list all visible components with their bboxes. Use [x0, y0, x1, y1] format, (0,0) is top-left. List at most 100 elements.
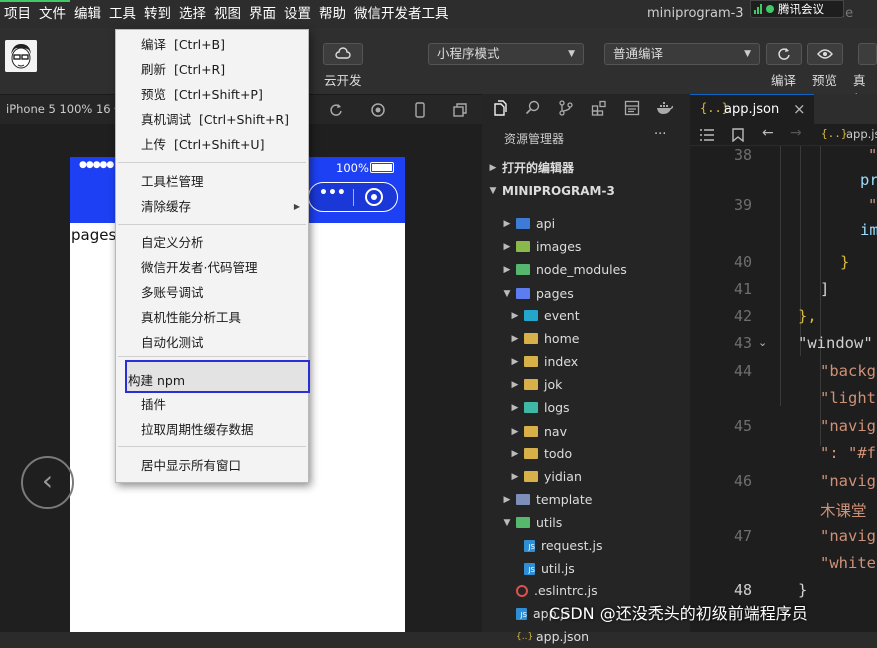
realdevice-button[interactable]: [858, 43, 877, 65]
git-branch-icon[interactable]: [558, 100, 574, 116]
file-request-js[interactable]: JS request.js: [482, 534, 690, 557]
mode-select[interactable]: 小程序模式 ▼: [428, 43, 584, 65]
back-arrow-icon[interactable]: ←: [762, 125, 774, 141]
menu-project[interactable]: 项目: [0, 0, 35, 28]
preview-button[interactable]: [807, 43, 843, 65]
meeting-indicator[interactable]: 腾讯会议: [750, 0, 844, 18]
project-root-section[interactable]: ▼ MINIPROGRAM-3: [482, 179, 690, 202]
menu-item[interactable]: 工具栏管理: [116, 170, 308, 194]
menu-help[interactable]: 帮助: [315, 0, 350, 28]
breadcrumb-file[interactable]: app.js: [846, 127, 877, 141]
panel-icon[interactable]: [624, 100, 640, 116]
files-icon[interactable]: [492, 100, 508, 116]
menu-settings[interactable]: 设置: [280, 0, 315, 28]
tree-item-label: app.json: [536, 629, 590, 644]
menu-item[interactable]: 预览 [Ctrl+Shift+P]: [116, 83, 308, 107]
avatar[interactable]: [5, 40, 37, 72]
menu-item[interactable]: 插件: [116, 393, 308, 417]
menu-item[interactable]: 真机调试 [Ctrl+Shift+R]: [116, 108, 308, 132]
list-icon[interactable]: [700, 129, 714, 141]
chevron-right-icon: ▶: [511, 310, 519, 321]
folder-node-modules[interactable]: ▶ node_modules: [482, 258, 690, 281]
chevron-right-icon: ▶: [511, 333, 519, 344]
tree-item-label: utils: [536, 515, 563, 530]
search-icon[interactable]: [525, 100, 541, 116]
battery-text: 100%: [336, 161, 369, 175]
menu-interface[interactable]: 界面: [245, 0, 280, 28]
json-file-icon: {..}: [821, 127, 848, 140]
signal-icon: [754, 4, 762, 14]
menu-item[interactable]: 编译 [Ctrl+B]: [116, 33, 308, 57]
explorer-more-button[interactable]: ···: [654, 127, 666, 142]
folder-api[interactable]: ▶ api: [482, 212, 690, 235]
line-number: 39: [733, 196, 752, 214]
phone-icon[interactable]: [412, 102, 428, 118]
forward-arrow-icon[interactable]: →: [790, 125, 802, 141]
cloud-dev-label[interactable]: 云开发: [324, 70, 362, 89]
code-line: im: [860, 221, 877, 239]
docker-icon[interactable]: [656, 100, 674, 116]
preview-label[interactable]: 预览: [812, 70, 837, 89]
folder-todo[interactable]: ▶ todo: [482, 442, 690, 465]
code-line: }: [798, 581, 808, 599]
folder-utils[interactable]: ▼ utils: [482, 511, 690, 534]
close-icon[interactable]: ×: [793, 100, 806, 118]
compile-button[interactable]: [766, 43, 802, 65]
menu-item[interactable]: 上传 [Ctrl+Shift+U]: [116, 133, 308, 157]
code-line: }: [840, 253, 850, 271]
menu-edit[interactable]: 编辑: [70, 0, 105, 28]
reload-icon[interactable]: [328, 102, 344, 118]
menu-wechat-devtools[interactable]: 微信开发者工具: [350, 0, 453, 28]
device-select[interactable]: iPhone 5 100% 16 ▼: [6, 102, 120, 116]
window-icon[interactable]: [452, 102, 468, 118]
capsule-menu[interactable]: •••: [308, 182, 398, 212]
folder-home[interactable]: ▶ home: [482, 327, 690, 350]
file-eslintrc-js[interactable]: .eslintrc.js: [482, 579, 690, 602]
menu-file[interactable]: 文件: [35, 0, 70, 28]
compile-label[interactable]: 编译: [771, 70, 796, 89]
menu-select[interactable]: 选择: [175, 0, 210, 28]
menu-item-build-npm[interactable]: 构建 npm: [116, 369, 308, 393]
code-line: "backg: [820, 362, 876, 380]
menu-item-label: 预览 [Ctrl+Shift+P]: [141, 87, 263, 102]
folder-event[interactable]: ▶ event: [482, 304, 690, 327]
fold-chevron-icon[interactable]: ⌄: [758, 336, 767, 349]
tree-item-label: request.js: [541, 538, 603, 553]
folder-images[interactable]: ▶ images: [482, 235, 690, 258]
menu-item[interactable]: 拉取周期性缓存数据: [116, 418, 308, 442]
file-app-json[interactable]: {..} app.json: [482, 625, 690, 648]
file-util-js[interactable]: JS util.js: [482, 557, 690, 580]
stop-icon[interactable]: [370, 102, 386, 118]
extensions-icon[interactable]: [591, 100, 607, 116]
folder-index[interactable]: ▶ index: [482, 350, 690, 373]
folder-template[interactable]: ▶ template: [482, 488, 690, 511]
folder-pages[interactable]: ▼ pages: [482, 282, 690, 305]
back-chevron-icon[interactable]: ‹: [21, 456, 74, 509]
menu-item[interactable]: 微信开发者·代码管理: [116, 256, 308, 280]
folder-jok[interactable]: ▶ jok: [482, 373, 690, 396]
cloud-toggle-button[interactable]: [323, 43, 363, 65]
menu-item[interactable]: 自定义分析: [116, 231, 308, 255]
tab-app-json[interactable]: {..} app.json ×: [690, 94, 814, 124]
menu-item[interactable]: 多账号调试: [116, 281, 308, 305]
menu-view[interactable]: 视图: [210, 0, 245, 28]
bookmark-icon[interactable]: [732, 128, 744, 142]
code-line: ]: [820, 280, 830, 298]
eslint-icon: [516, 584, 528, 597]
folder-yidian[interactable]: ▶ yidian: [482, 465, 690, 488]
menu-item[interactable]: 自动化测试: [116, 331, 308, 355]
folder-logs[interactable]: ▶ logs: [482, 396, 690, 419]
open-editors-section[interactable]: ▶ 打开的编辑器: [482, 156, 690, 179]
line-number: 44: [733, 362, 752, 380]
menu-item[interactable]: 真机性能分析工具: [116, 306, 308, 330]
menu-goto[interactable]: 转到: [140, 0, 175, 28]
menu-item[interactable]: 居中显示所有窗口: [116, 454, 308, 478]
menu-tools[interactable]: 工具: [105, 0, 140, 28]
menu-item[interactable]: 刷新 [Ctrl+R]: [116, 58, 308, 82]
folder-nav[interactable]: ▶ nav: [482, 420, 690, 443]
more-dots-icon[interactable]: •••: [319, 185, 346, 201]
chevron-down-icon: ▼: [744, 49, 751, 59]
menu-item[interactable]: 清除缓存 ▶: [116, 195, 308, 219]
compile-select[interactable]: 普通编译 ▼: [604, 43, 760, 65]
close-circle-icon[interactable]: [365, 188, 383, 206]
